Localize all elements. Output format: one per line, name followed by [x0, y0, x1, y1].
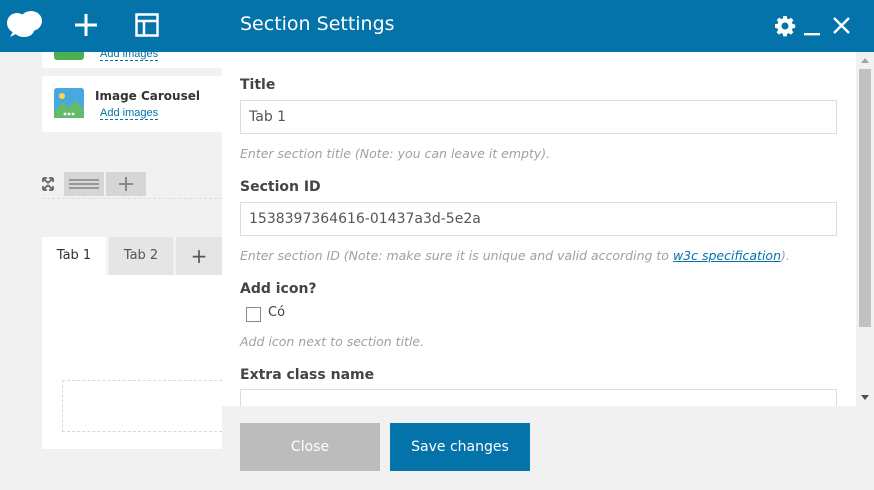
- section-id-input[interactable]: 1538397364616-01437a3d-5e2a: [240, 202, 837, 236]
- plus-icon[interactable]: [74, 13, 98, 42]
- save-changes-button[interactable]: Save changes: [390, 423, 530, 471]
- section-id-help-suffix: ).: [781, 248, 790, 263]
- row-controls: [34, 172, 146, 196]
- title-help: Enter section title (Note: you can leave…: [240, 146, 551, 161]
- w3c-specification-link[interactable]: w3c specification: [673, 248, 781, 263]
- element-card[interactable]: Add images: [42, 52, 222, 68]
- add-icon-label: Add icon?: [240, 281, 317, 297]
- cloud-logo-icon[interactable]: [6, 10, 44, 43]
- image-gallery-icon: [54, 52, 84, 60]
- layout-icon[interactable]: [135, 13, 159, 42]
- editor-toolbar: [0, 0, 222, 52]
- tab-1[interactable]: Tab 1: [42, 237, 106, 275]
- add-icon-checkbox-label[interactable]: Có: [268, 305, 285, 320]
- add-images-link[interactable]: Add images: [100, 52, 159, 61]
- editor-column: Add images Image Carousel Add images Tab…: [28, 52, 222, 490]
- add-icon-checkbox[interactable]: [246, 307, 261, 322]
- editor-canvas: Add images Image Carousel Add images Tab…: [0, 52, 222, 490]
- add-row-icon[interactable]: [106, 172, 146, 196]
- scroll-down-arrow-icon[interactable]: [861, 395, 869, 400]
- scroll-thumb[interactable]: [859, 69, 871, 327]
- element-name: Image Carousel: [95, 89, 200, 103]
- add-images-link[interactable]: Add images: [100, 107, 159, 120]
- gear-icon[interactable]: [773, 14, 797, 38]
- modal-header: Section Settings: [222, 0, 874, 52]
- element-card-image-carousel[interactable]: Image Carousel Add images: [42, 76, 222, 132]
- fullscreen-icon[interactable]: [34, 172, 62, 196]
- section-id-help-text: Enter section ID (Note: make sure it is …: [240, 248, 673, 263]
- modal-footer: Close Save changes: [222, 406, 874, 490]
- tab-2[interactable]: Tab 2: [109, 237, 173, 275]
- image-carousel-icon: [54, 88, 84, 118]
- extra-class-label: Extra class name: [240, 367, 375, 383]
- drag-handle-icon[interactable]: [64, 172, 104, 196]
- row-separator: [42, 198, 222, 240]
- tabs-container: Tab 1 Tab 2 +: [42, 237, 222, 449]
- section-id-help: Enter section ID (Note: make sure it is …: [240, 248, 790, 263]
- title-label: Title: [240, 77, 276, 93]
- drop-zone[interactable]: [62, 380, 222, 432]
- close-button[interactable]: Close: [240, 423, 380, 471]
- add-tab-button[interactable]: +: [176, 237, 222, 275]
- modal-body: Title Tab 1 Enter section title (Note: y…: [222, 52, 874, 406]
- add-icon-help: Add icon next to section title.: [240, 334, 425, 349]
- section-id-label: Section ID: [240, 179, 321, 195]
- scroll-up-arrow-icon[interactable]: [861, 58, 869, 63]
- close-icon[interactable]: [829, 14, 853, 38]
- modal-title: Section Settings: [240, 13, 395, 35]
- section-settings-modal: Section Settings Title Tab 1 Enter secti…: [222, 0, 874, 490]
- modal-scrollbar[interactable]: [856, 52, 874, 406]
- title-input[interactable]: Tab 1: [240, 100, 837, 134]
- minimize-icon[interactable]: [801, 14, 825, 38]
- extra-class-input[interactable]: [240, 389, 837, 406]
